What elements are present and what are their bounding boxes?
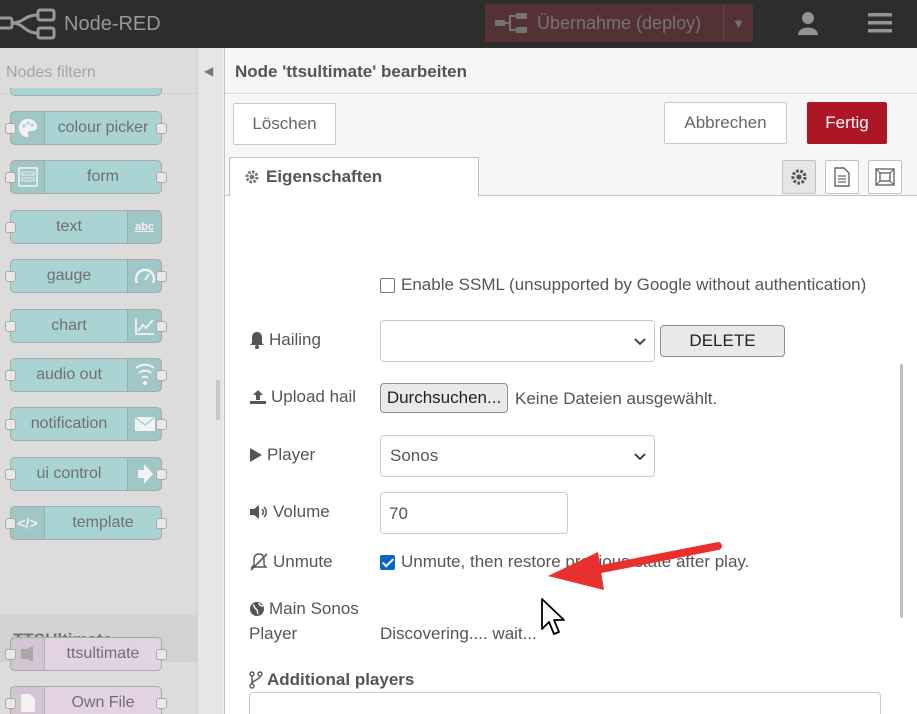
volume-icon: [250, 505, 267, 519]
menu-icon[interactable]: [868, 13, 892, 33]
palette-node-template[interactable]: </> template: [5, 506, 167, 540]
chevron-down-icon: [634, 338, 646, 346]
palette-node-audio-out[interactable]: audio out: [5, 358, 167, 392]
hailing-label: Hailing: [269, 330, 321, 349]
tab-properties-button[interactable]: [782, 160, 816, 194]
browse-button[interactable]: Durchsuchen...: [380, 383, 508, 413]
tab-description-button[interactable]: [825, 160, 859, 194]
ssml-label: Enable SSML (unsupported by Google witho…: [401, 275, 867, 294]
tray-title: Node 'ttsultimate' bearbeiten: [225, 48, 917, 94]
palette-node-text[interactable]: text abc: [5, 210, 162, 244]
main-player-label: Main Sonos: [269, 599, 359, 618]
hailing-label-row: Hailing: [249, 330, 321, 350]
palette-node-notification[interactable]: notification: [5, 407, 167, 441]
play-icon: [250, 448, 262, 462]
edit-tray: Node 'ttsultimate' bearbeiten Löschen Ab…: [224, 48, 917, 714]
palette-node-label: audio out: [36, 366, 102, 383]
palette-node-label: template: [72, 514, 134, 531]
palette-node-colour-picker[interactable]: colour picker: [5, 111, 167, 145]
palette-icon: [11, 112, 45, 144]
discovering-text: Discovering.... wait...: [380, 624, 537, 643]
logo: Node-RED: [0, 8, 161, 40]
additional-players-list[interactable]: [249, 692, 881, 714]
bell-slash-icon: [250, 553, 268, 571]
file-icon: [11, 687, 45, 714]
gear-icon: [245, 170, 259, 184]
palette-node-form[interactable]: form: [5, 160, 167, 194]
additional-players-row: Additional players: [249, 670, 414, 690]
hailing-delete-button[interactable]: DELETE: [660, 325, 785, 357]
upload-label: Upload hail: [271, 387, 357, 406]
palette-node-label: Own File: [71, 694, 135, 711]
mouse-cursor-icon: [541, 598, 565, 635]
player-select[interactable]: Sonos: [380, 435, 655, 477]
ssml-row: Enable SSML (unsupported by Google witho…: [380, 275, 866, 295]
tray-scrollbar[interactable]: [900, 364, 903, 618]
main-player-label-row: Main Sonos: [249, 599, 359, 619]
palette-node-ui-control[interactable]: ui control: [5, 457, 167, 491]
form-icon: [11, 161, 45, 193]
no-file-text: Keine Dateien ausgewählt.: [515, 389, 718, 408]
upload-icon: [250, 390, 266, 404]
volume-label-row: Volume: [249, 502, 330, 522]
tab-label: Eigenschaften: [266, 167, 383, 186]
unmute-label: Unmute: [273, 552, 333, 571]
user-icon[interactable]: [796, 11, 820, 35]
tray-tabs: Eigenschaften: [225, 152, 917, 197]
speaker-icon: [11, 638, 45, 670]
palette-resize-handle[interactable]: [216, 380, 220, 420]
node-palette: Nodes filtern colour picker form text ab…: [0, 48, 197, 714]
deploy-button[interactable]: Übernahme (deploy) ▼: [485, 4, 753, 42]
cancel-button[interactable]: Abbrechen: [664, 102, 787, 144]
palette-node-label: chart: [51, 317, 87, 334]
palette-node-label: ui control: [36, 465, 102, 482]
palette-node-label: ttsultimate: [66, 645, 140, 662]
player-label: Player: [267, 445, 316, 464]
tab-appearance-button[interactable]: [868, 160, 902, 194]
palette-node-gauge[interactable]: gauge: [5, 259, 167, 293]
gear-icon: [791, 169, 807, 185]
palette-node-label: notification: [30, 415, 108, 432]
app-name: Node-RED: [64, 12, 161, 35]
node-red-logo-icon: [0, 8, 56, 40]
annotation-arrow-icon: [548, 542, 722, 590]
chevron-down-icon: [634, 453, 646, 461]
unmute-label-row: Unmute: [249, 552, 333, 572]
branch-icon: [249, 671, 263, 689]
bell-icon: [250, 332, 264, 349]
deploy-label: Übernahme (deploy): [537, 12, 702, 33]
hailing-select[interactable]: [380, 320, 655, 362]
palette-node-label: form: [87, 168, 119, 185]
delete-button[interactable]: Löschen: [233, 103, 336, 145]
volume-input[interactable]: 70: [380, 492, 568, 534]
palette-node-ttsultimate[interactable]: ttsultimate: [5, 637, 167, 671]
player-label-row: Player: [249, 445, 315, 465]
palette-node-label: text: [56, 218, 82, 235]
ssml-checkbox[interactable]: [380, 277, 395, 293]
chevron-down-icon[interactable]: ▼: [723, 4, 753, 42]
code-icon: </>: [11, 507, 45, 539]
unmute-checkbox[interactable]: [380, 554, 395, 570]
palette-node-partial[interactable]: [10, 88, 162, 96]
main-player-label-line2: Player: [249, 624, 298, 643]
collapse-palette-icon[interactable]: ◀: [204, 64, 213, 78]
done-button[interactable]: Fertig: [807, 102, 887, 144]
deploy-icon: [485, 12, 537, 34]
volume-label: Volume: [273, 502, 330, 521]
document-icon: [834, 167, 850, 187]
additional-players-label: Additional players: [267, 670, 415, 689]
palette-node-own-file[interactable]: Own File: [5, 686, 167, 714]
globe-icon: [250, 602, 264, 616]
palette-node-label: gauge: [46, 267, 92, 284]
upload-label-row: Upload hail: [249, 387, 356, 407]
tab-properties[interactable]: Eigenschaften: [229, 157, 479, 197]
tray-toolbar: Löschen Abbrechen Fertig: [225, 95, 917, 153]
abc-icon: abc: [127, 211, 161, 243]
header-bar: Node-RED Übernahme (deploy) ▼: [0, 0, 917, 48]
palette-node-label: colour picker: [57, 119, 149, 136]
frame-icon: [875, 168, 895, 186]
palette-node-chart[interactable]: chart: [5, 309, 167, 343]
